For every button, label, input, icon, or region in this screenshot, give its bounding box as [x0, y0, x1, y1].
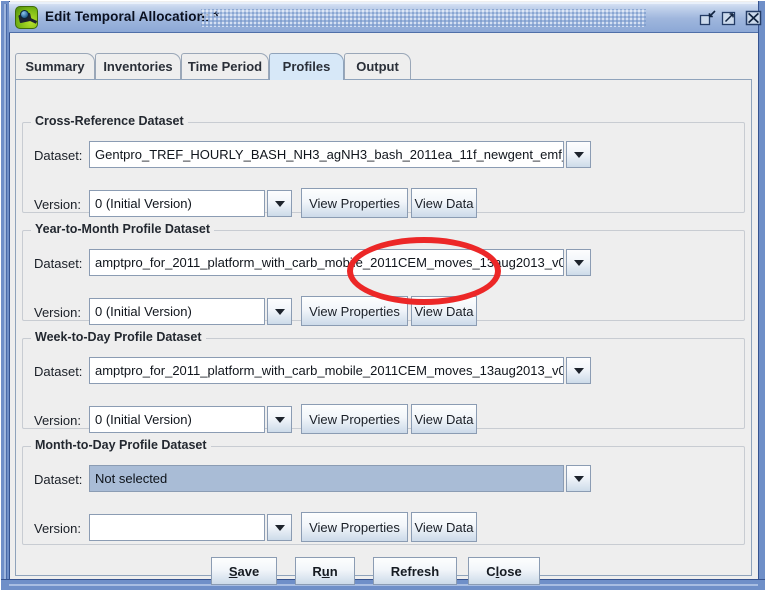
tab-inventories[interactable]: Inventories	[95, 53, 181, 79]
version-label: Version:	[34, 305, 81, 320]
dataset-value: amptpro_for_2011_platform_with_carb_mobi…	[89, 357, 564, 384]
chevron-down-icon[interactable]	[267, 406, 292, 433]
tab-time-period[interactable]: Time Period	[181, 53, 269, 79]
button-label-pre: Refresh	[390, 563, 440, 579]
view-properties-button[interactable]: View Properties	[301, 512, 408, 542]
view-properties-button[interactable]: View Properties	[301, 404, 408, 434]
dataset-value: Gentpro_TREF_HOURLY_BASH_NH3_agNH3_bash_…	[89, 141, 564, 168]
refresh-button[interactable]: Refresh	[373, 557, 457, 585]
close-button-footer[interactable]: Cl ose	[468, 557, 540, 585]
version-combobox[interactable]: 0 (Initial Version)	[89, 298, 292, 325]
maximize-button[interactable]	[721, 10, 738, 26]
window-content: Summary Inventories Time Period Profiles…	[10, 33, 757, 585]
button-label-pre: C	[486, 563, 496, 579]
version-combobox[interactable]: 0 (Initial Version)	[89, 406, 292, 433]
window-frame-right	[758, 1, 765, 589]
group-month-to-day-profile-dataset: Month-to-Day Profile Dataset Dataset: No…	[22, 438, 745, 545]
dataset-combobox[interactable]: amptpro_for_2011_platform_with_carb_mobi…	[89, 249, 591, 276]
button-label-mnemonic: S	[228, 563, 238, 579]
close-button[interactable]	[745, 10, 762, 26]
dataset-combobox[interactable]: Gentpro_TREF_HOURLY_BASH_NH3_agNH3_bash_…	[89, 141, 591, 168]
dataset-label: Dataset:	[34, 148, 83, 163]
button-label-pre: R	[312, 563, 322, 579]
button-label-post: n	[329, 563, 338, 579]
chevron-down-icon[interactable]	[267, 514, 292, 541]
group-cross-reference-dataset: Cross-Reference Dataset Dataset: Gentpro…	[22, 114, 745, 218]
title-bar[interactable]: Edit Temporal Allocation: *	[9, 2, 762, 33]
version-combobox[interactable]	[89, 514, 292, 541]
version-label: Version:	[34, 413, 81, 428]
version-label: Version:	[34, 521, 81, 536]
application-window: Edit Temporal Allocation: * Summary Inve…	[0, 0, 765, 590]
save-button[interactable]: Save	[211, 557, 277, 585]
chevron-down-icon[interactable]	[566, 249, 591, 276]
group-title: Cross-Reference Dataset	[31, 114, 188, 128]
window-frame-left	[1, 1, 10, 589]
button-label-post: ave	[237, 563, 260, 579]
title-bar-highlight	[9, 2, 758, 4]
view-data-button[interactable]: View Data	[411, 188, 477, 218]
version-label: Version:	[34, 197, 81, 212]
button-label-post: ose	[499, 563, 522, 579]
view-data-button[interactable]: View Data	[411, 512, 477, 542]
title-bar-texture	[201, 9, 646, 27]
chevron-down-icon[interactable]	[566, 141, 591, 168]
dataset-value: amptpro_for_2011_platform_with_carb_mobi…	[89, 249, 564, 276]
dataset-label: Dataset:	[34, 364, 83, 379]
dataset-label: Dataset:	[34, 472, 83, 487]
view-properties-button[interactable]: View Properties	[301, 296, 408, 326]
tab-summary[interactable]: Summary	[15, 53, 95, 79]
group-week-to-day-profile-dataset: Week-to-Day Profile Dataset Dataset: amp…	[22, 330, 745, 434]
view-data-button[interactable]: View Data	[411, 296, 477, 326]
window-frame-left-inner	[4, 4, 7, 586]
dataset-combobox[interactable]: amptpro_for_2011_platform_with_carb_mobi…	[89, 357, 591, 384]
run-button[interactable]: Run	[295, 557, 355, 585]
tab-strip: Summary Inventories Time Period Profiles…	[15, 53, 755, 80]
dataset-combobox[interactable]: Not selected	[89, 465, 591, 492]
tab-output[interactable]: Output	[344, 53, 411, 79]
view-properties-button[interactable]: View Properties	[301, 188, 408, 218]
version-value: 0 (Initial Version)	[89, 190, 265, 217]
dataset-value: Not selected	[89, 465, 564, 492]
dataset-label: Dataset:	[34, 256, 83, 271]
minimize-button[interactable]	[699, 10, 716, 26]
chevron-down-icon[interactable]	[566, 357, 591, 384]
group-year-to-month-profile-dataset: Year-to-Month Profile Dataset Dataset: a…	[22, 222, 745, 326]
version-value: 0 (Initial Version)	[89, 298, 265, 325]
button-label-mnemonic: u	[321, 563, 330, 579]
tab-profiles[interactable]: Profiles	[269, 53, 344, 80]
group-title: Month-to-Day Profile Dataset	[31, 438, 211, 452]
version-combobox[interactable]: 0 (Initial Version)	[89, 190, 292, 217]
version-value: 0 (Initial Version)	[89, 406, 265, 433]
group-title: Week-to-Day Profile Dataset	[31, 330, 206, 344]
chevron-down-icon[interactable]	[566, 465, 591, 492]
version-value	[89, 514, 265, 541]
view-data-button[interactable]: View Data	[411, 404, 477, 434]
chevron-down-icon[interactable]	[267, 190, 292, 217]
profiles-panel: Cross-Reference Dataset Dataset: Gentpro…	[15, 80, 752, 585]
camera-icon	[15, 6, 38, 29]
window-title: Edit Temporal Allocation: *	[45, 9, 219, 24]
group-title: Year-to-Month Profile Dataset	[31, 222, 215, 236]
chevron-down-icon[interactable]	[267, 298, 292, 325]
